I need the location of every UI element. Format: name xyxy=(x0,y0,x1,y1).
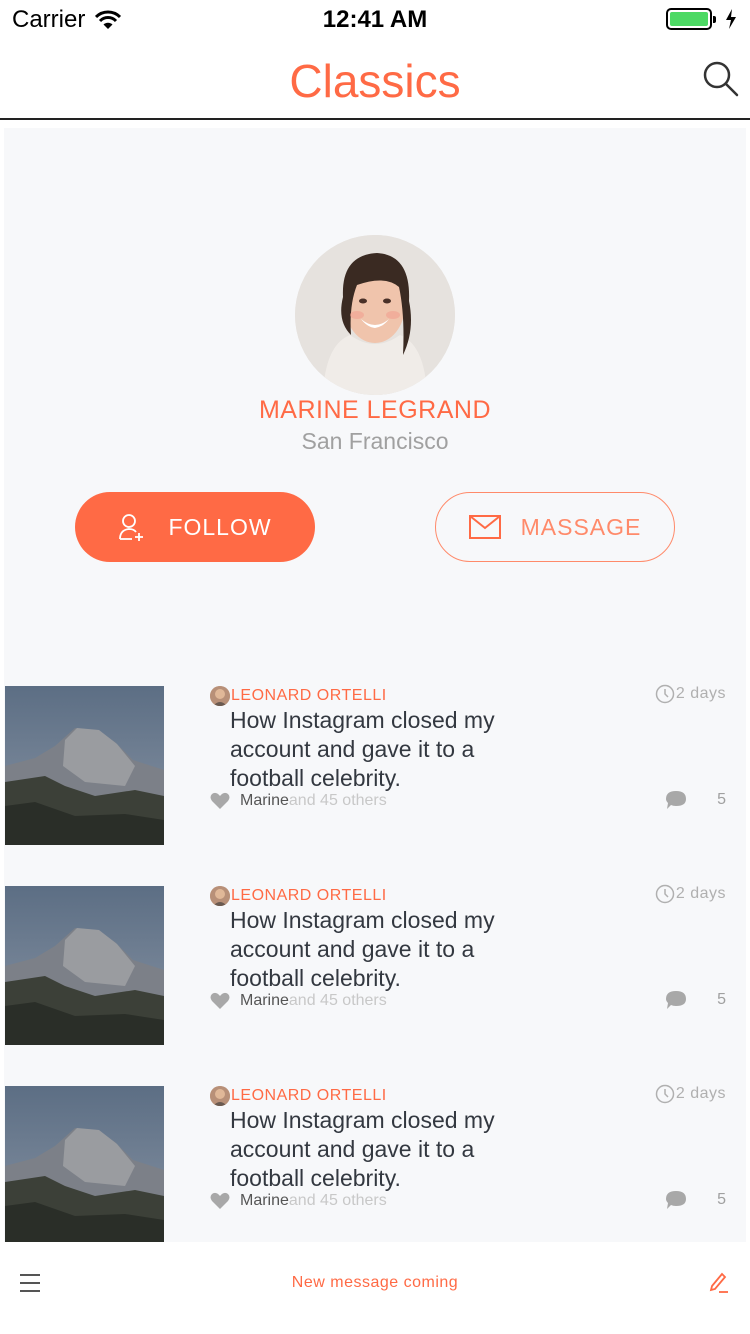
heart-icon[interactable] xyxy=(210,1192,230,1210)
feed-item[interactable]: LEONARD ORTELLI 2 days How Instagram clo… xyxy=(4,884,746,1046)
author-row: LEONARD ORTELLI xyxy=(210,686,387,706)
status-bar: Carrier 12:41 AM xyxy=(0,0,750,40)
message-button[interactable]: MASSAGE xyxy=(435,492,675,562)
search-icon xyxy=(703,61,739,97)
mail-icon xyxy=(468,515,501,539)
likes-row: Marineand 45 others xyxy=(210,992,387,1010)
heart-icon[interactable] xyxy=(210,992,230,1010)
profile-content: MARINE LEGRAND San Francisco FOLLOW MASS… xyxy=(4,128,746,1242)
author-row: LEONARD ORTELLI xyxy=(210,1086,387,1106)
comment-icon xyxy=(666,791,687,809)
author-row: LEONARD ORTELLI xyxy=(210,886,387,906)
liker-name: Marine xyxy=(240,992,289,1009)
post-thumbnail xyxy=(5,886,164,1045)
clock-icon xyxy=(655,684,675,704)
post-time: 2 days xyxy=(655,1084,726,1104)
clock-icon xyxy=(655,1084,675,1104)
comment-icon xyxy=(666,991,687,1009)
author-avatar xyxy=(210,1086,230,1106)
post-title[interactable]: How Instagram closed my account and gave… xyxy=(230,1106,550,1193)
time-label: 2 days xyxy=(675,1085,726,1102)
time-label: 2 days xyxy=(675,885,726,902)
charging-icon xyxy=(726,9,736,29)
liker-name: Marine xyxy=(240,1192,289,1209)
profile-location: San Francisco xyxy=(301,428,449,454)
post-title[interactable]: How Instagram closed my account and gave… xyxy=(230,706,550,793)
heart-icon[interactable] xyxy=(210,792,230,810)
nav-header: Classics xyxy=(0,40,750,120)
status-time: 12:41 AM xyxy=(322,6,428,33)
feed-item[interactable]: LEONARD ORTELLI 2 days How Instagram clo… xyxy=(4,1084,746,1242)
profile-avatar[interactable] xyxy=(295,235,455,395)
battery-icon xyxy=(666,8,716,30)
liker-name: Marine xyxy=(240,792,289,809)
likes-row: Marineand 45 others xyxy=(210,1192,387,1210)
likes-others: and 45 others xyxy=(288,1192,387,1209)
comment-count: 5 xyxy=(717,791,726,808)
follow-button[interactable]: FOLLOW xyxy=(75,492,315,562)
feed-item[interactable]: LEONARD ORTELLI 2 days How Instagram clo… xyxy=(4,684,746,846)
post-time: 2 days xyxy=(655,684,726,704)
author-name[interactable]: LEONARD ORTELLI xyxy=(231,887,387,905)
author-avatar xyxy=(210,686,230,706)
comment-count: 5 xyxy=(717,1191,726,1208)
notification-text[interactable]: New message coming xyxy=(0,1274,750,1292)
comment-icon xyxy=(666,1191,687,1209)
post-thumbnail xyxy=(5,686,164,845)
page-title: Classics xyxy=(289,55,461,107)
clock-icon xyxy=(655,884,675,904)
compose-button[interactable] xyxy=(706,1270,730,1294)
avatar-photo xyxy=(295,235,455,395)
comment-count: 5 xyxy=(717,991,726,1008)
post-time: 2 days xyxy=(655,884,726,904)
add-user-icon xyxy=(119,514,144,541)
likes-others: and 45 others xyxy=(288,992,387,1009)
likes-row: Marineand 45 others xyxy=(210,792,387,810)
profile-name: MARINE LEGRAND xyxy=(258,396,492,424)
compose-icon xyxy=(709,1272,728,1293)
author-avatar xyxy=(210,886,230,906)
message-label: MASSAGE xyxy=(520,513,642,540)
author-name[interactable]: LEONARD ORTELLI xyxy=(231,1087,387,1105)
time-label: 2 days xyxy=(675,685,726,702)
follow-label: FOLLOW xyxy=(168,513,272,540)
comments-row[interactable]: 5 xyxy=(665,990,726,1010)
post-title[interactable]: How Instagram closed my account and gave… xyxy=(230,906,550,993)
author-name[interactable]: LEONARD ORTELLI xyxy=(231,687,387,705)
comments-row[interactable]: 5 xyxy=(665,790,726,810)
search-button[interactable] xyxy=(700,58,742,100)
status-right xyxy=(666,8,738,30)
post-thumbnail xyxy=(5,1086,164,1242)
bottom-bar: New message coming xyxy=(0,1242,750,1334)
likes-others: and 45 others xyxy=(288,792,387,809)
comments-row[interactable]: 5 xyxy=(665,1190,726,1210)
